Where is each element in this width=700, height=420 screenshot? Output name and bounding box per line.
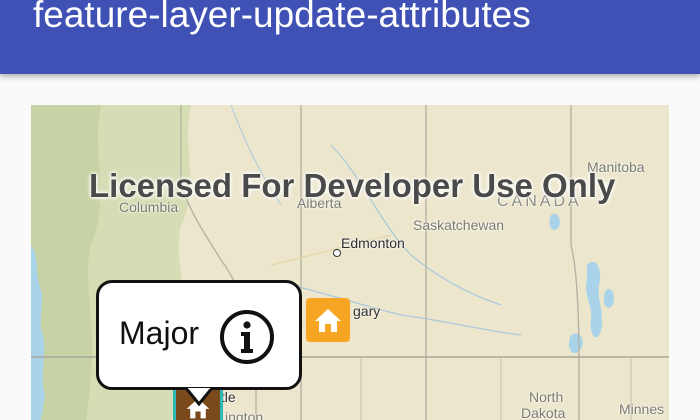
- label-washington: ington: [225, 409, 264, 420]
- label-calgary: gary: [353, 303, 381, 319]
- app-bar: feature-layer-update-attributes: [0, 0, 700, 74]
- label-north-dakota-line1: North: [529, 389, 564, 405]
- feature-marker-house[interactable]: [306, 298, 350, 342]
- house-icon: [315, 309, 341, 332]
- callout-pointer: [186, 388, 212, 406]
- label-north-dakota-line2: Dakota: [521, 405, 566, 420]
- label-saskatchewan: Saskatchewan: [413, 217, 505, 233]
- info-icon: [220, 310, 274, 364]
- callout-damage-label: Major: [119, 315, 200, 351]
- info-button[interactable]: [219, 309, 275, 365]
- app-title: feature-layer-update-attributes: [33, 0, 531, 35]
- city-marker-edmonton: [333, 249, 341, 257]
- feature-callout: Major: [96, 280, 302, 390]
- label-minnesota: Minnes: [619, 401, 665, 417]
- label-edmonton: Edmonton: [341, 235, 405, 251]
- developer-license-watermark: Licensed For Developer Use Only: [89, 167, 616, 204]
